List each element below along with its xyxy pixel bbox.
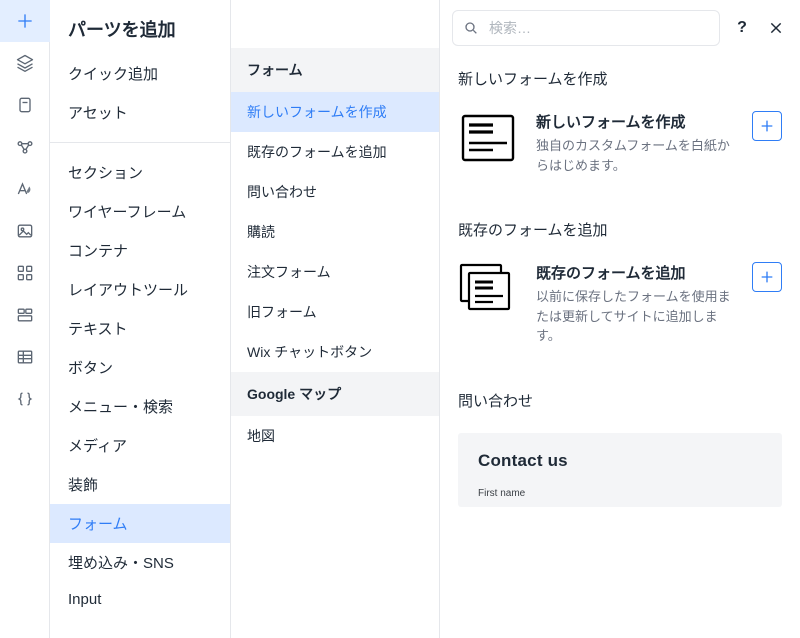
rail-add[interactable]	[0, 0, 50, 42]
cat-quick-add[interactable]: クイック追加	[50, 54, 230, 93]
plus-icon	[759, 269, 775, 285]
preview-field-label: First name	[478, 488, 525, 499]
rail-sections[interactable]	[0, 294, 50, 336]
card-title: 新しいフォームを作成	[536, 111, 734, 132]
rail-database[interactable]	[0, 126, 50, 168]
panel-title: パーツを追加	[50, 0, 230, 54]
sub-legacy-form[interactable]: 旧フォーム	[231, 292, 439, 332]
category-column: パーツを追加 クイック追加 アセット セクション ワイヤーフレーム コンテナ レ…	[50, 0, 230, 638]
section-title-new-form: 新しいフォームを作成	[458, 68, 782, 89]
cat-wireframes[interactable]: ワイヤーフレーム	[50, 192, 230, 231]
rail-table[interactable]	[0, 336, 50, 378]
cat-button[interactable]: ボタン	[50, 348, 230, 387]
add-existing-form-button[interactable]	[752, 262, 782, 292]
new-form-icon	[458, 111, 518, 165]
topbar: ?	[440, 0, 800, 46]
close-icon	[768, 20, 784, 36]
sections-icon	[15, 305, 35, 325]
search-input[interactable]	[487, 19, 709, 37]
rail-code[interactable]	[0, 378, 50, 420]
subcategory-column: フォーム 新しいフォームを作成 既存のフォームを追加 問い合わせ 購読 注文フォ…	[230, 0, 440, 638]
contact-form-preview[interactable]: Contact us First name	[458, 433, 782, 507]
detail-pane: ? 新しいフォームを作成 新しいフォームを作成 独自のカスタムフォームを白紙	[440, 0, 800, 638]
section-title-existing-form: 既存のフォームを追加	[458, 219, 782, 240]
cat-assets[interactable]: アセット	[50, 93, 230, 132]
grid-icon	[15, 263, 35, 283]
card-desc: 独自のカスタムフォームを白紙からはじめます。	[536, 136, 734, 175]
group-header-form: フォーム	[231, 48, 439, 92]
divider	[50, 142, 230, 143]
search-icon	[463, 20, 479, 36]
cat-input[interactable]: Input	[50, 582, 230, 617]
rail-pages[interactable]	[0, 84, 50, 126]
sub-new-form[interactable]: 新しいフォームを作成	[231, 92, 439, 132]
layers-icon	[15, 53, 35, 73]
card-existing-form: 既存のフォームを追加 以前に保存したフォームを使用または更新してサイトに追加しま…	[458, 262, 782, 346]
cat-menu-search[interactable]: メニュー・検索	[50, 387, 230, 426]
plus-icon	[15, 11, 35, 31]
card-title: 既存のフォームを追加	[536, 262, 734, 283]
cat-layout-tools[interactable]: レイアウトツール	[50, 270, 230, 309]
image-icon	[15, 221, 35, 241]
preview-heading: Contact us	[478, 451, 762, 471]
tool-rail	[0, 0, 50, 638]
add-new-form-button[interactable]	[752, 111, 782, 141]
sub-order-form[interactable]: 注文フォーム	[231, 252, 439, 292]
sub-map[interactable]: 地図	[231, 416, 439, 456]
cat-text[interactable]: テキスト	[50, 309, 230, 348]
plus-icon	[759, 118, 775, 134]
cat-form[interactable]: フォーム	[50, 504, 230, 543]
cat-embed-sns[interactable]: 埋め込み・SNS	[50, 543, 230, 582]
close-button[interactable]	[764, 16, 788, 40]
rail-theme[interactable]	[0, 168, 50, 210]
cat-containers[interactable]: コンテナ	[50, 231, 230, 270]
table-icon	[15, 347, 35, 367]
sub-subscribe[interactable]: 購読	[231, 212, 439, 252]
cat-decoration[interactable]: 装飾	[50, 465, 230, 504]
search-box[interactable]	[452, 10, 720, 46]
existing-form-icon	[458, 262, 518, 316]
cat-sections[interactable]: セクション	[50, 153, 230, 192]
cat-media[interactable]: メディア	[50, 426, 230, 465]
card-desc: 以前に保存したフォームを使用または更新してサイトに追加します。	[536, 287, 734, 346]
nodes-icon	[15, 137, 35, 157]
card-new-form: 新しいフォームを作成 独自のカスタムフォームを白紙からはじめます。	[458, 111, 782, 175]
help-button[interactable]: ?	[730, 16, 754, 40]
section-title-contact: 問い合わせ	[458, 390, 782, 411]
rail-layers[interactable]	[0, 42, 50, 84]
rail-media[interactable]	[0, 210, 50, 252]
sub-existing-form[interactable]: 既存のフォームを追加	[231, 132, 439, 172]
sub-contact[interactable]: 問い合わせ	[231, 172, 439, 212]
rail-apps[interactable]	[0, 252, 50, 294]
braces-icon	[15, 389, 35, 409]
sub-wix-chat[interactable]: Wix チャットボタン	[231, 332, 439, 372]
theme-icon	[15, 179, 35, 199]
group-header-maps: Google マップ	[231, 372, 439, 416]
page-icon	[15, 95, 35, 115]
